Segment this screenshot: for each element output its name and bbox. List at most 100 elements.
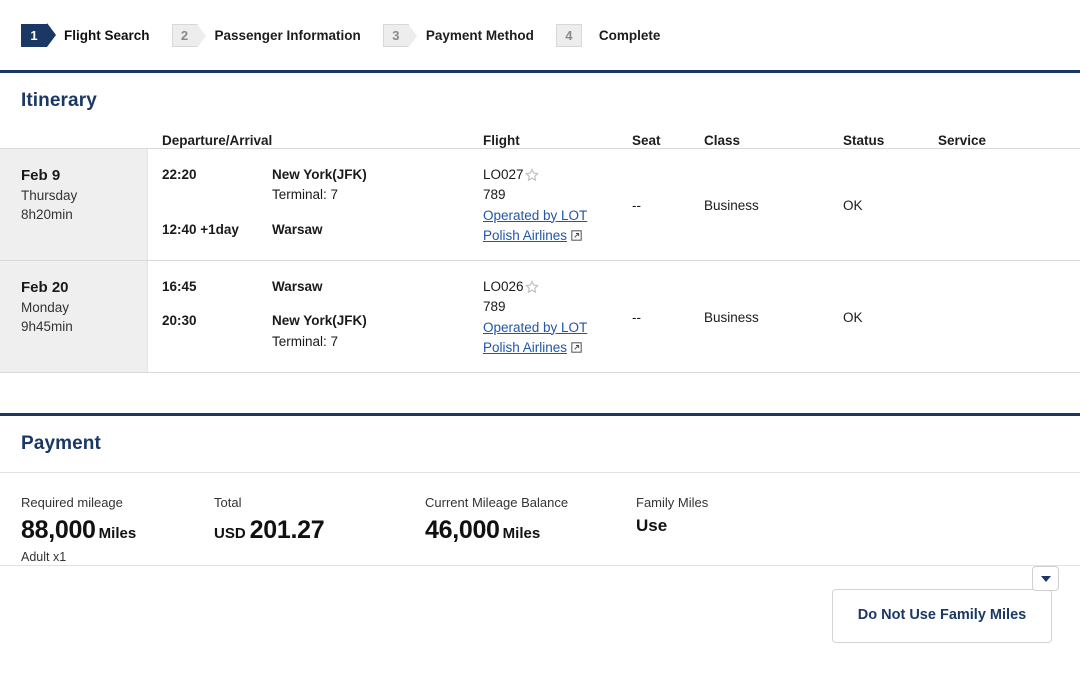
do-not-use-family-miles-button[interactable]: Do Not Use Family Miles: [832, 589, 1052, 643]
column-header-flight: Flight: [483, 133, 520, 148]
class-cell: Business: [704, 261, 843, 372]
step-4-badge: 4: [555, 23, 582, 47]
flight-cell: LO026 789 Operated by LOT Polish Airline…: [483, 261, 632, 372]
step-payment-method[interactable]: 3 Payment Method: [382, 23, 534, 48]
service-cell: [938, 261, 1058, 372]
star-outline-icon: [524, 168, 539, 182]
flight-date: Feb 9: [21, 167, 61, 184]
arrival-location: New York(JFK) Terminal: 7: [272, 311, 367, 352]
status-cell: OK: [843, 261, 938, 372]
total-block: Total USD 201.27: [214, 495, 425, 565]
seat-value: --: [632, 309, 641, 325]
departure-leg: 16:45 Warsaw: [162, 277, 483, 297]
passenger-count-note: Adult x1: [21, 550, 67, 564]
arrival-airport: New York(JFK): [272, 313, 367, 329]
arrival-airport: Warsaw: [272, 221, 323, 237]
departure-location: Warsaw: [272, 277, 323, 297]
mileage-balance-label: Current Mileage Balance: [425, 495, 569, 510]
external-link-icon: [571, 339, 582, 353]
service-value: [938, 277, 1058, 357]
family-miles-block: Family Miles Use: [636, 495, 836, 565]
step-1-label: Flight Search: [64, 27, 150, 43]
star-outline-icon: [524, 280, 539, 294]
required-mileage-block: Required mileage 88,000 Miles Adult x1: [0, 495, 214, 565]
external-link-icon: [571, 227, 582, 241]
flight-date-cell: Feb 9 Thursday 8h20min: [0, 149, 148, 260]
step-2-label: Passenger Information: [214, 27, 361, 43]
service-value: [938, 165, 1058, 245]
class-cell: Business: [704, 149, 843, 260]
flight-weekday: Thursday: [21, 188, 78, 204]
aircraft-equipment: 789: [483, 299, 506, 315]
step-2-badge: 2: [171, 23, 207, 48]
class-value: Business: [704, 309, 759, 325]
aircraft-equipment: 789: [483, 187, 506, 203]
payment-title: Payment: [21, 433, 101, 454]
flight-date: Feb 20: [21, 279, 69, 296]
table-row: Feb 9 Thursday 8h20min 22:20 New York(JF…: [0, 149, 1080, 261]
required-mileage-amount: 88,000: [21, 516, 96, 544]
seat-cell: --: [632, 261, 704, 372]
required-mileage-value: 88,000 Miles: [21, 516, 214, 545]
payment-body: Required mileage 88,000 Miles Adult x1 To…: [0, 455, 1080, 643]
flight-cell: LO027 789 Operated by LOT Polish Airline…: [483, 149, 632, 260]
operated-by-link[interactable]: Operated by LOT Polish Airlines: [483, 206, 619, 247]
total-label: Total: [214, 495, 242, 510]
flight-weekday: Monday: [21, 300, 70, 316]
family-miles-label: Family Miles: [636, 495, 709, 510]
class-value: Business: [704, 197, 759, 213]
mileage-balance-unit: Miles: [502, 525, 541, 542]
itinerary-table: Departure/Arrival Flight Seat Class Stat…: [0, 112, 1080, 373]
service-cell: [938, 149, 1058, 260]
column-header-class: Class: [704, 133, 741, 148]
itinerary-title: Itinerary: [21, 90, 97, 111]
required-mileage-unit: Miles: [98, 525, 137, 542]
total-amount: 201.27: [249, 516, 325, 544]
departure-arrival-cell: 16:45 Warsaw 20:30 New York(JFK) Termina…: [148, 261, 483, 372]
family-miles-value: Use: [636, 516, 668, 535]
status-cell: OK: [843, 149, 938, 260]
arrival-time: 20:30: [162, 313, 197, 329]
arrival-location: Warsaw: [272, 220, 323, 240]
departure-terminal: Terminal: 7: [272, 187, 339, 203]
column-header-status: Status: [843, 133, 885, 148]
table-row: Feb 20 Monday 9h45min 16:45 Warsaw 20:30…: [0, 261, 1080, 373]
arrival-terminal: Terminal: 7: [272, 333, 339, 349]
itinerary-header-row: Departure/Arrival Flight Seat Class Stat…: [0, 112, 1080, 148]
flight-duration: 8h20min: [21, 207, 73, 223]
departure-airport: Warsaw: [272, 279, 323, 294]
operated-by-link[interactable]: Operated by LOT Polish Airlines: [483, 318, 619, 359]
mileage-balance-amount: 46,000: [425, 516, 500, 544]
step-4-label: Complete: [598, 27, 661, 43]
total-value: USD 201.27: [214, 516, 425, 545]
departure-time: 22:20: [162, 167, 197, 182]
arrival-time: 12:40 +1day: [162, 221, 239, 237]
family-miles-dropdown-button[interactable]: [1032, 566, 1059, 591]
mileage-balance-block: Current Mileage Balance 46,000 Miles: [425, 495, 636, 565]
status-value: OK: [843, 197, 863, 213]
departure-leg: 22:20 New York(JFK) Terminal: 7: [162, 165, 483, 206]
total-currency: USD: [214, 525, 246, 542]
step-3-label: Payment Method: [425, 27, 534, 43]
mileage-balance-value: 46,000 Miles: [425, 516, 636, 545]
departure-airport: New York(JFK): [272, 167, 367, 182]
column-header-seat: Seat: [632, 133, 661, 148]
step-flight-search[interactable]: 1 Flight Search: [21, 22, 150, 47]
step-complete[interactable]: 4 Complete: [555, 23, 661, 47]
departure-location: New York(JFK) Terminal: 7: [272, 165, 367, 206]
step-3-badge: 3: [382, 23, 418, 48]
flight-date-cell: Feb 20 Monday 9h45min: [0, 261, 148, 372]
arrival-leg: 12:40 +1day Warsaw: [162, 220, 483, 240]
seat-value: --: [632, 197, 641, 213]
flight-duration: 9h45min: [21, 319, 73, 335]
departure-time: 16:45: [162, 279, 197, 294]
step-passenger-information[interactable]: 2 Passenger Information: [171, 23, 361, 48]
arrival-leg: 20:30 New York(JFK) Terminal: 7: [162, 311, 483, 352]
required-mileage-label: Required mileage: [21, 495, 123, 510]
flight-number-wrap: LO027: [483, 165, 632, 185]
caret-down-icon: [1040, 575, 1051, 582]
payment-actions: Do Not Use Family Miles: [0, 566, 1080, 643]
flight-number-wrap: LO026: [483, 277, 632, 297]
departure-arrival-cell: 22:20 New York(JFK) Terminal: 7 12:40 +1…: [148, 149, 483, 260]
